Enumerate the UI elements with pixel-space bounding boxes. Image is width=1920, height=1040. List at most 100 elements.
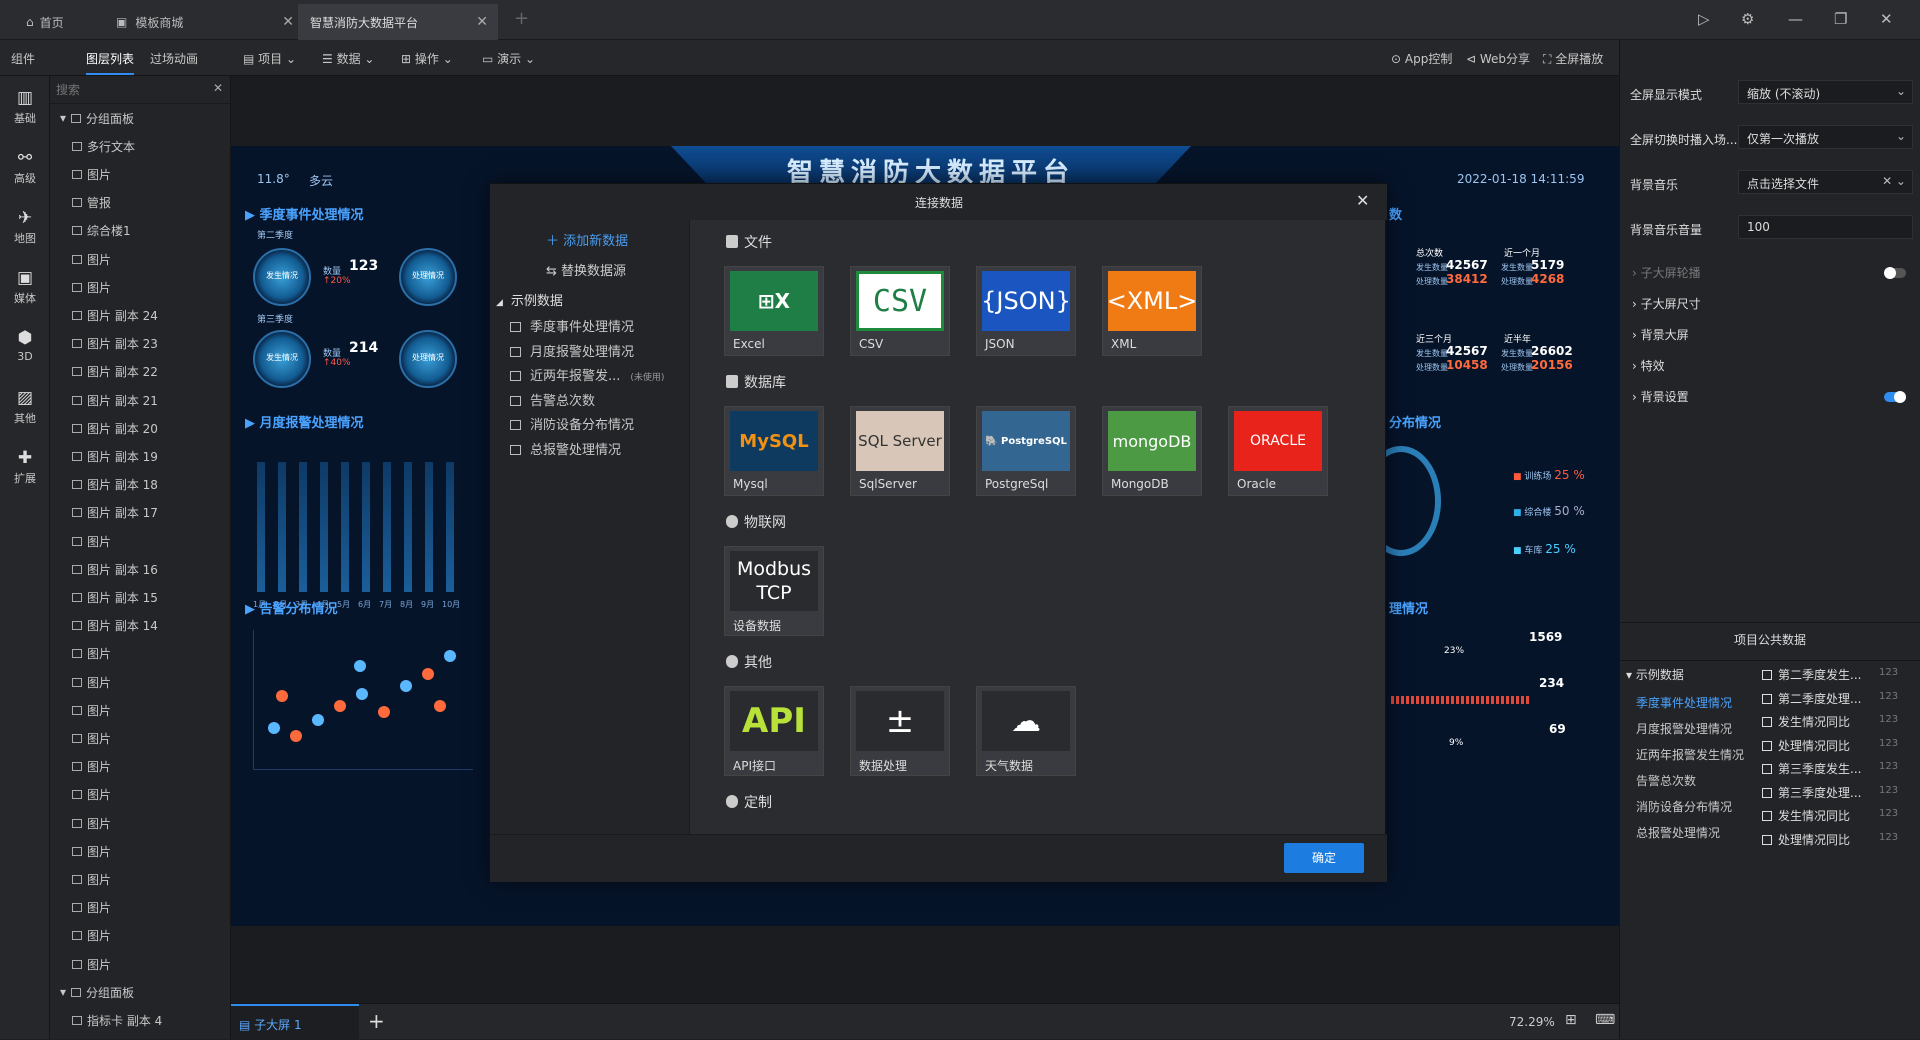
source-item[interactable]: 近两年报警发... (未使用) [510,365,664,384]
tab-layers[interactable]: 图层列表 [86,50,135,75]
category-basic[interactable]: ▥ 基础 [0,88,50,126]
layer-item[interactable]: 图片 [50,837,230,865]
bg-settings-toggle[interactable] [1884,391,1906,403]
layer-item[interactable]: 图片 [50,809,230,837]
source-item[interactable]: 告警总次数 [510,390,595,409]
source-card-mongodb[interactable]: mongoDB MongoDB [1102,406,1202,496]
layer-item[interactable]: 图片 [50,160,230,188]
layer-item[interactable]: 图片 [50,781,230,809]
source-item[interactable]: 总报警处理情况 [510,439,621,458]
layer-item[interactable]: 图片 [50,865,230,893]
keyboard-icon[interactable]: ⌨ [1595,1012,1615,1028]
source-card-csv[interactable]: CSV CSV [850,266,950,356]
close-icon[interactable]: ✕ [476,14,488,30]
layer-item[interactable]: 图片 [50,640,230,668]
layer-item[interactable]: 图片 [50,245,230,273]
clear-icon[interactable]: ✕ [213,81,223,95]
expander-size[interactable]: › 子大屏尺寸 [1632,295,1701,312]
layer-item[interactable]: 图片 副本 18 [50,471,230,499]
tab-template-store[interactable]: ▣ 模板商城 ✕ [104,4,304,40]
field-item[interactable]: 第三季度发生... 123 [1762,760,1917,777]
volume-input[interactable]: 100 [1738,215,1913,239]
layer-item[interactable]: 图片 [50,950,230,978]
layer-item[interactable]: 图片 [50,527,230,555]
source-card-oracle[interactable]: ORACLE Oracle [1228,406,1328,496]
checkbox-icon[interactable] [1762,811,1772,821]
layer-item[interactable]: 管报 [50,189,230,217]
category-extend[interactable]: ✚ 扩展 [0,448,50,486]
tab-project[interactable]: 智慧消防大数据平台 ✕ [298,4,498,40]
layer-item[interactable]: 图片 副本 24 [50,301,230,329]
layer-item[interactable]: 图片 [50,668,230,696]
source-card-json[interactable]: {JSON} JSON [976,266,1076,356]
checkbox-icon[interactable] [1762,717,1772,727]
source-card-postgresql[interactable]: 🐘 PostgreSQL PostgreSql [976,406,1076,496]
layer-item[interactable]: 图片 副本 19 [50,442,230,470]
checkbox-icon[interactable] [1762,693,1772,704]
menu-present[interactable]: ▭ 演示 ⌄ [482,50,535,67]
source-item[interactable]: 月度报警处理情况 [510,341,634,360]
expander-bg-settings[interactable]: › 背景设置 [1632,388,1689,405]
category-map[interactable]: ✈ 地图 [0,208,50,246]
carousel-toggle[interactable] [1884,267,1906,279]
source-item[interactable]: 季度事件处理情况 [510,316,634,335]
field-item[interactable]: 发生情况同比 123 [1762,713,1917,730]
music-select[interactable]: 点击选择文件 ✕ ⌄ [1738,170,1913,194]
field-item[interactable]: 处理情况同比 123 [1762,831,1917,848]
field-item[interactable]: 处理情况同比 123 [1762,737,1917,754]
menu-data[interactable]: ☰ 数据 ⌄ [322,50,374,67]
expander-carousel[interactable]: › 子大屏轮播 [1632,264,1701,281]
expander-effects[interactable]: › 特效 [1632,357,1665,374]
fit-icon[interactable]: ⊞ [1565,1012,1577,1028]
add-screen-icon[interactable]: + [368,1009,385,1033]
source-card-xml[interactable]: <XML> XML [1102,266,1202,356]
close-icon[interactable]: ✕ [282,14,294,30]
layer-item[interactable]: 图片 副本 20 [50,414,230,442]
checkbox-icon[interactable] [1762,787,1772,798]
tab-home[interactable]: ⌂ 首页 [14,4,110,40]
layer-item[interactable]: 图片 副本 23 [50,330,230,358]
ds-item[interactable]: 消防设备分布情况 [1636,798,1732,815]
layer-item[interactable]: 图片 副本 16 [50,555,230,583]
layer-item[interactable]: 图片 副本 22 [50,358,230,386]
tab-components[interactable]: 组件 [11,50,35,67]
source-card-processing[interactable]: ± 数据处理 [850,686,950,776]
close-icon[interactable]: ✕ [1356,191,1369,210]
field-item[interactable]: 第三季度处理... 123 [1762,784,1917,801]
source-card-excel[interactable]: ⊞X Excel [724,266,824,356]
search-input[interactable] [56,81,206,99]
ds-item[interactable]: 近两年报警发生情况 [1636,746,1744,763]
ds-item[interactable]: 季度事件处理情况 [1636,694,1732,711]
switch-mode-select[interactable]: 仅第一次播放 ⌄ [1738,125,1913,149]
source-group[interactable]: ◢ 示例数据 [496,290,563,309]
category-other[interactable]: ▨ 其他 [0,388,50,426]
layer-item[interactable]: 图片 [50,753,230,781]
layer-item[interactable]: 图片 [50,894,230,922]
layer-item[interactable]: 指标卡 副本 4 [50,1006,230,1034]
source-card-weather[interactable]: ☁ 天气数据 [976,686,1076,776]
ds-item[interactable]: 月度报警处理情况 [1636,720,1732,737]
fullscreen-mode-select[interactable]: 缩放 (不滚动) ⌄ [1738,80,1913,104]
ds-item[interactable]: 总报警处理情况 [1636,824,1720,841]
tab-sub-screen[interactable]: ▤ 子大屏 1 [231,1004,359,1040]
layer-item[interactable]: 图片 [50,724,230,752]
add-data-button[interactable]: ＋ 添加新数据 [546,230,628,249]
category-advanced[interactable]: ⚯ 高级 [0,148,50,186]
layer-item[interactable]: 图片 副本 15 [50,583,230,611]
field-item[interactable]: 第二季度处理... 123 [1762,690,1917,707]
play-icon[interactable]: ▷ [1698,10,1710,28]
field-item[interactable]: 第二季度发生... 123 [1762,666,1917,683]
source-card-sqlserver[interactable]: SQL Server SqlServer [850,406,950,496]
layer-item[interactable]: 图片 副本 14 [50,612,230,640]
category-media[interactable]: ▣ 媒体 [0,268,50,306]
source-item[interactable]: 消防设备分布情况 [510,414,634,433]
menu-project[interactable]: ▤ 项目 ⌄ [243,50,296,67]
layer-item[interactable]: 图片 [50,922,230,950]
checkbox-icon[interactable] [1762,670,1772,680]
layer-item[interactable]: 综合楼1 [50,217,230,245]
layer-item[interactable]: 图片 [50,696,230,724]
expander-bg-screen[interactable]: › 背景大屏 [1632,326,1689,343]
layer-item[interactable]: 图片 副本 21 [50,386,230,414]
field-item[interactable]: 发生情况同比 123 [1762,807,1917,824]
replace-source-button[interactable]: ⇆ 替换数据源 [546,260,626,279]
